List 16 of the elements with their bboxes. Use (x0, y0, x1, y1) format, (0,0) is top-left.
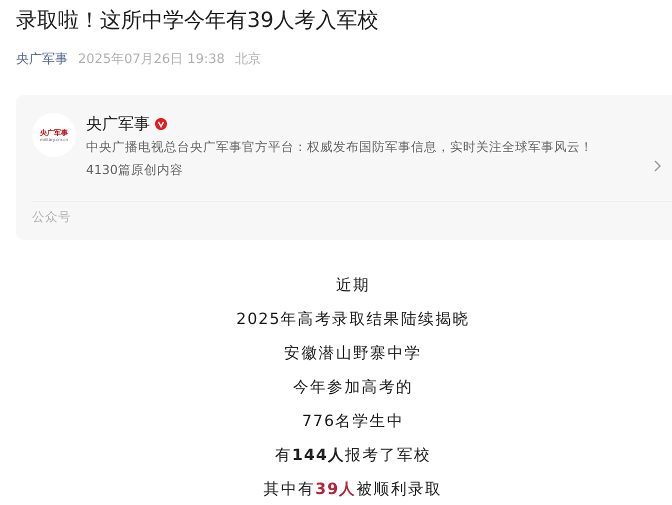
body-text-line: 776名学生中 (301, 411, 405, 432)
body-text-line: 其中有39人被顺利录取 (262, 479, 444, 500)
body-text-line: 近期 (334, 275, 372, 296)
account-name: 央广军事 (86, 113, 150, 135)
account-description: 中央广播电视总台央广军事官方平台：权威发布国防军事信息，实时关注全球军事风云！ (86, 138, 593, 156)
body-text-line: 有 144人报考了军校 (274, 445, 432, 466)
publish-location: 北京 (234, 51, 261, 69)
chevron-right-icon[interactable] (654, 160, 662, 172)
body-text-line: 今年参加高考的 (292, 377, 414, 398)
article-title: 录取啦！这所中学今年有39人考入军校 (16, 7, 380, 34)
article-count: 4130篇原创内容 (86, 161, 183, 179)
publish-date: 2025年07月26日 19:38 (78, 51, 225, 69)
body-text-line: 安徽潜山野寨中学 (283, 343, 423, 364)
author-link[interactable]: 央广军事 (16, 51, 68, 69)
body-text-line: 2025年高考录取结果陆续揭晓 (235, 309, 471, 330)
account-type-label: 公众号 (32, 208, 72, 226)
